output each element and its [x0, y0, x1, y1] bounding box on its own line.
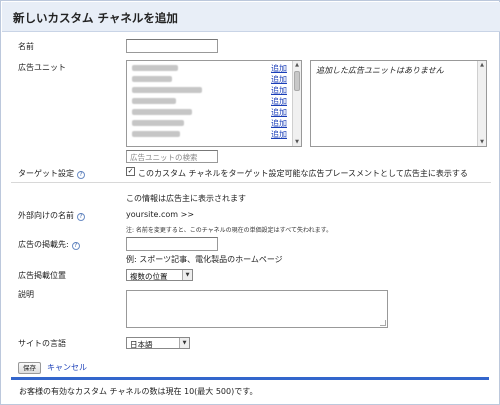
placement-input[interactable]: [126, 237, 218, 251]
blurred-ad-unit-name: [132, 109, 192, 115]
help-icon[interactable]: ?: [71, 242, 80, 250]
blurred-ad-unit-name: [132, 65, 178, 71]
cancel-link[interactable]: キャンセル: [47, 362, 87, 373]
ad-units-list[interactable]: 追加 追加 追加 追加 追加 追加 追加 ▲ ▼: [126, 60, 302, 147]
ad-unit-search-input[interactable]: 広告ユニットの検索: [126, 150, 218, 163]
list-item: 追加: [127, 118, 293, 129]
position-select-value: 複数の位置: [130, 272, 168, 281]
targeting-label: ターゲット設定?: [18, 168, 85, 179]
ad-units-scrollbar[interactable]: ▲ ▼: [292, 61, 301, 146]
divider: [11, 182, 491, 183]
public-name-label-text: 外部向けの名前: [18, 211, 74, 220]
scroll-up-icon[interactable]: ▲: [478, 61, 486, 69]
blurred-ad-unit-name: [132, 98, 176, 104]
language-label: サイトの言語: [18, 339, 66, 348]
add-ad-unit-link[interactable]: 追加: [271, 74, 287, 85]
save-button[interactable]: 保存: [18, 362, 41, 374]
add-ad-unit-link[interactable]: 追加: [271, 96, 287, 107]
add-ad-unit-link[interactable]: 追加: [271, 63, 287, 74]
dialog-title: 新しいカスタム チャネルを追加: [13, 11, 178, 25]
list-item: 追加: [127, 107, 293, 118]
search-placeholder: 広告ユニットの検索: [130, 153, 198, 162]
description-textarea[interactable]: [126, 290, 388, 328]
list-item: 追加: [127, 74, 293, 85]
selected-ad-units-list[interactable]: 追加した広告ユニットはありません ▲ ▼: [310, 60, 487, 147]
resize-grip-icon[interactable]: [380, 320, 386, 326]
chevron-down-icon: ▼: [179, 338, 189, 348]
scroll-up-icon[interactable]: ▲: [293, 61, 301, 69]
accent-bar: [11, 377, 489, 380]
dialog: 新しいカスタム チャネルを追加 名前 広告ユニット 追加 追加 追加 追加 追加…: [0, 0, 500, 405]
list-item: 追加: [127, 96, 293, 107]
name-label: 名前: [18, 42, 34, 51]
selected-empty-message: 追加した広告ユニットはありません: [316, 66, 444, 75]
ad-units-label: 広告ユニット: [18, 63, 66, 72]
description-label: 説明: [18, 290, 34, 299]
add-ad-unit-link[interactable]: 追加: [271, 107, 287, 118]
list-item: 追加: [127, 129, 293, 140]
add-ad-unit-link[interactable]: 追加: [271, 118, 287, 129]
chevron-down-icon: ▼: [182, 270, 192, 280]
blurred-ad-unit-name: [132, 131, 180, 137]
targeting-label-text: ターゲット設定: [18, 169, 74, 178]
blurred-ad-unit-name: [132, 76, 172, 82]
blurred-ad-unit-name: [132, 120, 184, 126]
scroll-thumb[interactable]: [294, 71, 300, 91]
blurred-ad-unit-name: [132, 87, 202, 93]
targeting-checkbox[interactable]: ✓: [126, 167, 135, 176]
public-name-note: 注: 名前を変更すると、このチャネルの現在の単価設定はすべて失われます。: [126, 227, 333, 234]
public-name-value: yoursite.com >>: [126, 210, 195, 219]
public-name-label: 外部向けの名前?: [18, 210, 85, 221]
position-select[interactable]: 複数の位置 ▼: [126, 269, 193, 281]
targeting-text: このカスタム チャネルをターゲット設定可能な広告プレースメントとして広告主に表示…: [138, 169, 468, 178]
scroll-down-icon[interactable]: ▼: [478, 138, 486, 146]
dialog-titlebar: 新しいカスタム チャネルを追加: [2, 2, 500, 32]
language-select-value: 日本語: [130, 340, 153, 349]
name-input[interactable]: [126, 39, 218, 53]
add-ad-unit-link[interactable]: 追加: [271, 85, 287, 96]
footer-text: お客様の有効なカスタム チャネルの数は現在 10(最大 500)です。: [19, 387, 258, 396]
position-label: 広告掲載位置: [18, 271, 66, 280]
add-ad-unit-link[interactable]: 追加: [271, 129, 287, 140]
placement-example: 例: スポーツ記事、電化製品のホームページ: [126, 255, 283, 264]
help-icon[interactable]: ?: [77, 213, 85, 221]
list-item: 追加: [127, 85, 293, 96]
list-item: 追加: [127, 63, 293, 74]
language-select[interactable]: 日本語 ▼: [126, 337, 190, 349]
placement-label: 広告の掲載先:?: [18, 239, 80, 250]
advertiser-info-text: この情報は広告主に表示されます: [126, 194, 246, 203]
scroll-down-icon[interactable]: ▼: [293, 138, 301, 146]
placement-label-text: 広告の掲載先:: [18, 240, 69, 249]
help-icon[interactable]: ?: [77, 171, 85, 179]
selected-scrollbar[interactable]: ▲ ▼: [477, 61, 486, 146]
